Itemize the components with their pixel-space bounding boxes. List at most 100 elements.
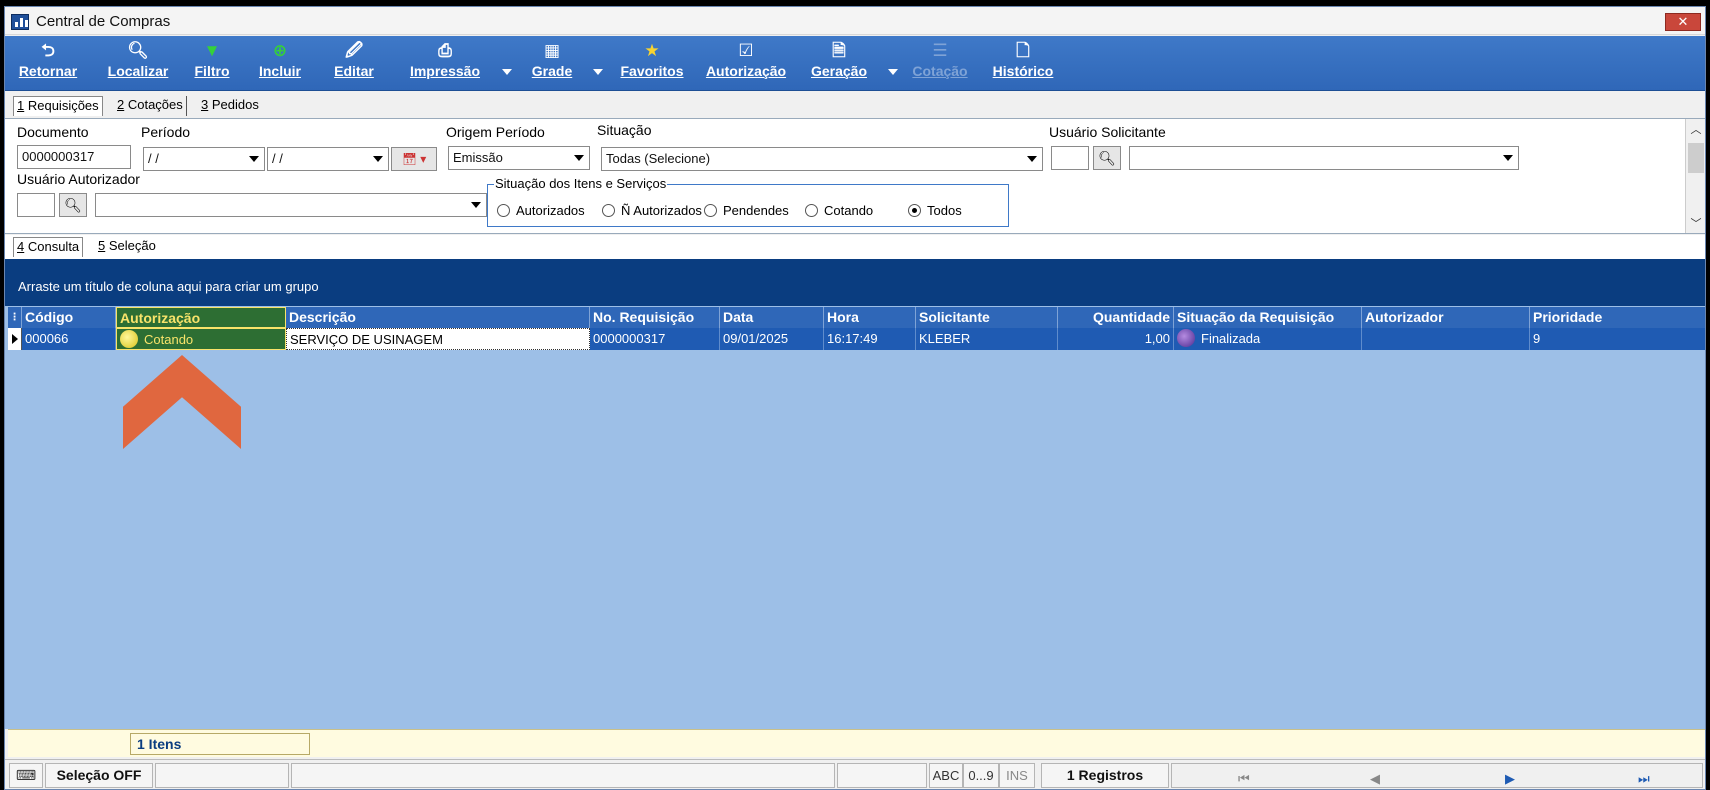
- chevron-down-icon: [249, 156, 259, 162]
- impressao-dropdown-icon[interactable]: [502, 69, 512, 75]
- tab-pedidos[interactable]: 3 Pedidos: [198, 96, 262, 116]
- column-chooser-icon[interactable]: ⋮: [8, 307, 22, 328]
- radio-autorizados[interactable]: Autorizados: [497, 203, 585, 218]
- column-header-requisicao[interactable]: No. Requisição: [590, 307, 720, 328]
- num-indicator: 0...9: [963, 763, 999, 788]
- row-indicator-icon: [8, 328, 22, 350]
- status-panel-empty-2: [291, 763, 835, 788]
- origem-periodo-select[interactable]: Emissão: [448, 146, 590, 170]
- geracao-button[interactable]: 🗎 Geração: [807, 40, 871, 86]
- cell-hora[interactable]: 16:17:49: [824, 328, 916, 350]
- favoritos-button[interactable]: ★ Favoritos: [615, 40, 689, 86]
- tab-cotacoes[interactable]: 2 Cotações: [114, 96, 187, 116]
- tab-consulta[interactable]: 4 Consulta: [13, 237, 84, 257]
- close-button[interactable]: ✕: [1665, 13, 1701, 31]
- items-count: 1 Itens: [130, 733, 310, 755]
- column-header-prioridade[interactable]: Prioridade: [1530, 307, 1705, 328]
- cell-situacao-requisicao[interactable]: Finalizada: [1174, 328, 1362, 350]
- first-record-icon[interactable]: ⏮: [1238, 767, 1250, 789]
- status-purple-circle-icon: [1177, 329, 1195, 347]
- usuario-solicitante-select[interactable]: [1129, 146, 1519, 170]
- data-grid: Arraste um título de coluna aqui para cr…: [5, 259, 1705, 729]
- incluir-button[interactable]: ⊕ Incluir: [255, 40, 305, 86]
- tab-selecao[interactable]: 5 Seleção: [95, 237, 159, 257]
- usuario-autorizador-select[interactable]: [95, 193, 487, 217]
- filter-funnel-icon: ▼: [203, 41, 221, 60]
- grade-button[interactable]: ▦ Grade: [528, 40, 576, 86]
- tab-requisicoes[interactable]: 1 Requisições: [13, 96, 103, 116]
- abc-indicator: ABC: [929, 763, 963, 788]
- generate-document-icon: 🗎: [832, 41, 846, 60]
- status-panel-empty-1: [155, 763, 289, 788]
- geracao-dropdown-icon[interactable]: [888, 69, 898, 75]
- impressao-button[interactable]: ⎙ Impressão: [403, 40, 487, 86]
- cell-quantidade[interactable]: 1,00: [1058, 328, 1174, 350]
- radio-nao-autorizados[interactable]: Ñ Autorizados: [602, 203, 702, 218]
- add-circle-icon: ⊕: [272, 41, 288, 60]
- next-record-icon[interactable]: ▶: [1505, 767, 1515, 789]
- documento-input[interactable]: 0000000317: [17, 145, 131, 169]
- cell-requisicao[interactable]: 0000000317: [590, 328, 720, 350]
- toolbar: ⮌ Retornar 🔍︎ Localizar ▼ Filtro ⊕ Inclu…: [5, 36, 1705, 91]
- group-by-panel[interactable]: Arraste um título de coluna aqui para cr…: [5, 259, 1705, 306]
- scroll-thumb[interactable]: [1688, 143, 1704, 173]
- column-header-codigo[interactable]: Código: [22, 307, 116, 328]
- autorizacao-button[interactable]: ☑ Autorização: [699, 40, 793, 86]
- column-header-situacao-requisicao[interactable]: Situação da Requisição: [1174, 307, 1362, 328]
- column-header-data[interactable]: Data: [720, 307, 824, 328]
- checkbox-icon: ☑: [738, 41, 754, 60]
- column-header-solicitante[interactable]: Solicitante: [916, 307, 1058, 328]
- grid-header: ⋮ Código Autorização Descrição No. Requi…: [8, 307, 1705, 328]
- usuario-autorizador-code-input[interactable]: [17, 193, 55, 217]
- periodo-from-input[interactable]: / /: [143, 147, 265, 171]
- column-header-descricao[interactable]: Descrição: [286, 307, 590, 328]
- last-record-icon[interactable]: ⏭: [1638, 767, 1650, 789]
- main-tabs: 1 Requisições 2 Cotações 3 Pedidos: [5, 92, 1705, 118]
- localizar-button[interactable]: 🔍︎ Localizar: [103, 40, 173, 86]
- grade-dropdown-icon[interactable]: [593, 69, 603, 75]
- periodo-to-input[interactable]: / /: [267, 147, 389, 171]
- column-header-autorizador[interactable]: Autorizador: [1362, 307, 1530, 328]
- list-icon: ☰: [932, 41, 948, 60]
- history-document-icon: 🗋: [1016, 41, 1030, 60]
- editar-button[interactable]: 🖉 Editar: [330, 40, 378, 86]
- grid-footer: 1 Itens: [8, 729, 1705, 757]
- cell-prioridade[interactable]: 9: [1530, 328, 1705, 350]
- cell-autorizacao[interactable]: Cotando: [116, 328, 286, 350]
- radio-cotando[interactable]: Cotando: [805, 203, 873, 218]
- navigator: ⏮ ◀ ▶ ⏭: [1171, 763, 1703, 788]
- cotacao-button[interactable]: ☰ Cotação: [909, 40, 971, 86]
- chevron-down-icon: [373, 156, 383, 162]
- column-header-autorizacao[interactable]: Autorização: [116, 307, 286, 328]
- usuario-solicitante-code-input[interactable]: [1051, 146, 1089, 170]
- printer-icon: ⎙: [438, 41, 452, 60]
- cell-solicitante[interactable]: KLEBER: [916, 328, 1058, 350]
- retornar-button[interactable]: ⮌ Retornar: [15, 40, 81, 86]
- documento-label: Documento: [17, 124, 89, 140]
- radio-pendendes[interactable]: Pendendes: [704, 203, 789, 218]
- ins-indicator: INS: [999, 763, 1035, 788]
- radio-todos[interactable]: Todos: [908, 203, 962, 218]
- periodo-label: Período: [141, 124, 191, 140]
- prev-record-icon[interactable]: ◀: [1370, 767, 1380, 789]
- search-icon: 🔍︎: [1098, 150, 1116, 166]
- title-bar: Central de Compras ✕: [5, 7, 1705, 35]
- usuario-solicitante-search-button[interactable]: 🔍︎: [1093, 146, 1121, 170]
- filtro-button[interactable]: ▼ Filtro: [190, 40, 234, 86]
- filter-scrollbar[interactable]: ︿ ﹀: [1685, 119, 1705, 233]
- calendar-button[interactable]: 📅︎ ▾: [391, 147, 437, 171]
- selecao-status: Seleção OFF: [45, 763, 153, 788]
- search-icon: 🔍︎: [64, 197, 82, 213]
- cell-autorizador[interactable]: [1362, 328, 1530, 350]
- chevron-down-icon[interactable]: ﹀: [1690, 215, 1702, 231]
- situacao-select[interactable]: Todas (Selecione): [601, 147, 1043, 171]
- cell-data[interactable]: 09/01/2025: [720, 328, 824, 350]
- table-row[interactable]: 000066 Cotando SERVIÇO DE USINAGEM 00000…: [8, 328, 1705, 350]
- cell-descricao[interactable]: SERVIÇO DE USINAGEM: [286, 328, 590, 350]
- chevron-up-icon[interactable]: ︿: [1690, 121, 1702, 137]
- cell-codigo[interactable]: 000066: [22, 328, 116, 350]
- usuario-autorizador-search-button[interactable]: 🔍︎: [59, 193, 87, 217]
- column-header-quantidade[interactable]: Quantidade: [1058, 307, 1174, 328]
- column-header-hora[interactable]: Hora: [824, 307, 916, 328]
- historico-button[interactable]: 🗋 Histórico: [989, 40, 1057, 86]
